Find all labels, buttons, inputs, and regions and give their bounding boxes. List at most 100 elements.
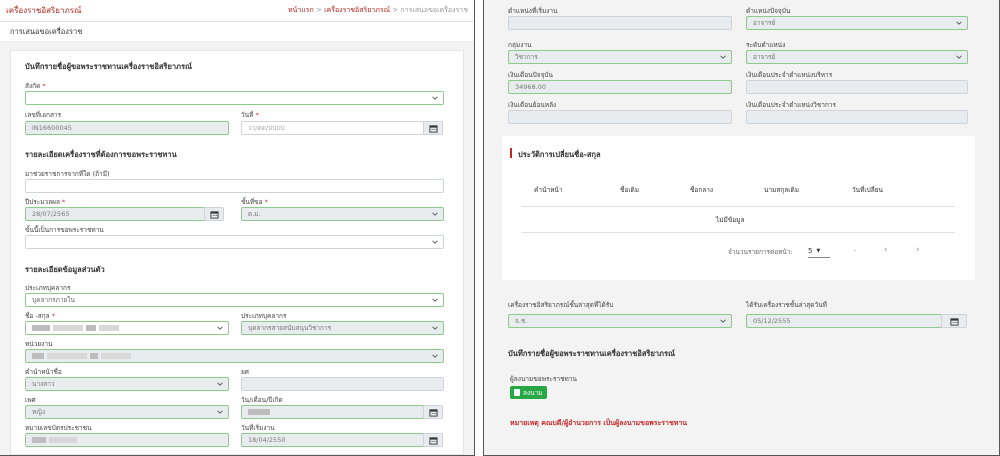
academic-salary-field: [746, 110, 968, 124]
name-select[interactable]: [25, 321, 229, 335]
chevron-down-icon: [432, 212, 438, 216]
budget-year-label: ปีประมวลผล *: [25, 198, 66, 206]
calendar-button[interactable]: [423, 433, 443, 447]
name-history-title: ประวัติการเปลี่ยนชื่อ-สกุล: [518, 150, 601, 159]
chevron-down-icon: [956, 55, 962, 59]
decoration-section-title: รายละเอียดเครื่องราชที่ต้องการขอพระราชทา…: [25, 150, 177, 159]
work-group-select: วิชาการ: [508, 50, 732, 64]
dob-field: [241, 405, 424, 419]
calendar-icon: [428, 408, 438, 417]
prefix-select: นางสาว: [25, 377, 229, 391]
admin-salary-field: [746, 80, 968, 94]
person-type-label: ประเภทบุคลากร: [25, 284, 71, 292]
brand-title[interactable]: เครื่องราชอิสริยาภรณ์: [6, 4, 81, 17]
table-divider: [522, 206, 955, 207]
left-screen: เครื่องราชอิสริยาภรณ์ หน้าแรก > เครื่องร…: [0, 0, 475, 456]
page-title: การเสนอขอเครื่องราช: [0, 22, 474, 42]
prefix-label: คำนำหน้าชื่อ: [25, 368, 62, 376]
chevron-down-icon: [432, 96, 438, 100]
breadcrumb-home[interactable]: หน้าแรก: [288, 6, 314, 14]
form-card: บันทึกรายชื่อผู้ขอพระราชทานเครื่องราชอิส…: [10, 50, 464, 455]
last-date-field: 05/12/2555: [746, 314, 942, 328]
column-header: ชื่อกลาง: [690, 186, 714, 194]
rank-label: ยศ: [241, 368, 249, 376]
prev-page-icon[interactable]: ‹: [884, 245, 888, 255]
start-date-label: วันที่เริ่มงาน: [241, 424, 275, 432]
date-input[interactable]: วว/ดด/ปปปป: [241, 121, 424, 135]
sign-button[interactable]: ลงนาม: [510, 386, 547, 399]
breadcrumb-section[interactable]: เครื่องราชอิสริยาภรณ์: [324, 6, 390, 14]
content-area: การเสนอขอเครื่องราช บันทึกรายชื่อผู้ขอพร…: [0, 22, 474, 455]
retro-salary-label: เงินเดือนย้อนหลัง: [508, 101, 557, 109]
id-card-label: หมายเลขบัตรประชาชน: [25, 424, 92, 432]
redacted-text: [248, 409, 270, 415]
class-label: ชั้นที่ขอ *: [241, 198, 268, 206]
work-group-label: กลุ่มงาน: [508, 41, 532, 49]
salary-field: 34968.00: [508, 80, 732, 94]
signer-note: หมายเหตุ คณบดี/ผู้อำนวยการ เป็นผู้ลงนามข…: [510, 419, 688, 427]
empty-message: ไม่มีข้อมูล: [716, 216, 745, 224]
personal-section-title: รายละเอียดข้อมูลส่วนตัว: [25, 265, 105, 274]
redacted-text: [32, 353, 44, 359]
breadcrumb: หน้าแรก > เครื่องราชอิสริยาภรณ์ > การเสน…: [287, 6, 468, 14]
start-position-label: ตำแหน่งที่เริ่มงาน: [508, 7, 558, 15]
form-title: บันทึกรายชื่อผู้ขอพระราชทานเครื่องราชอิส…: [25, 62, 192, 71]
start-position-field: [508, 16, 732, 30]
chevron-down-icon: [217, 410, 223, 414]
person-type-select[interactable]: บุคลากรภายใน: [25, 293, 444, 307]
top-bar: เครื่องราชอิสริยาภรณ์ หน้าแรก > เครื่องร…: [0, 0, 474, 22]
rank-field: [241, 377, 444, 391]
redacted-text: [32, 325, 50, 331]
chevron-down-icon: [720, 55, 726, 59]
employment-section: ตำแหน่งที่เริ่มงาน ตำแหน่งปัจจุบัน อาจาร…: [484, 0, 999, 132]
next-page-icon[interactable]: ›: [916, 245, 920, 255]
last-deco-select: จ.ช.: [508, 314, 732, 328]
rows-per-page-label: จำนวนรายการต่อหน้า:: [728, 248, 793, 256]
right-screen: ตำแหน่งที่เริ่มงาน ตำแหน่งปัจจุบัน อาจาร…: [483, 0, 1000, 456]
calendar-button[interactable]: [423, 405, 443, 419]
column-header: ชื่อเดิม: [620, 186, 640, 194]
caret-down-icon: ▼: [816, 247, 821, 254]
breadcrumb-current: การเสนอขอเครื่องราช: [400, 6, 468, 14]
last-decoration-section: เครื่องราชอิสริยาภรณ์ชั้นล่าสุดที่ได้รับ…: [484, 290, 999, 455]
save-section-title: บันทึกรายชื่อผู้ขอพระราชทานเครื่องราชอิส…: [508, 349, 675, 358]
transfer-input[interactable]: [25, 179, 444, 193]
signer-label: ผู้ลงนามขอพระราชทาน: [510, 375, 577, 383]
chevron-down-icon: [432, 326, 438, 330]
transfer-label: มาช่วยราชการจากที่ใด (ถ้ามี): [25, 170, 110, 178]
doc-no-field: IN16600045: [25, 121, 229, 135]
redacted-text: [32, 437, 46, 443]
date-label: วันที่ *: [241, 111, 259, 119]
last-deco-label: เครื่องราชอิสริยาภรณ์ชั้นล่าสุดที่ได้รับ: [508, 301, 614, 309]
affiliation-label: สังกัด *: [25, 82, 46, 90]
rows-per-page-select[interactable]: 5 ▼: [808, 244, 830, 258]
staff-type-select: บุคลากรสายสนับสนุนวิชาการ: [241, 321, 444, 335]
calendar-button[interactable]: [423, 121, 443, 135]
name-label: ชื่อ -สกุล *: [25, 312, 55, 320]
step-select[interactable]: [25, 235, 444, 249]
column-header: วันที่เปลี่ยน: [852, 186, 883, 194]
class-select: ต.ม.: [241, 207, 444, 221]
start-date-field: 18/04/2550: [241, 433, 424, 447]
doc-no-label: เลขที่เอกสาร: [25, 111, 62, 119]
calendar-icon: [428, 124, 438, 133]
admin-salary-label: เงินเดือนประจำตำแหน่งบริหาร: [746, 71, 833, 79]
calendar-button[interactable]: [204, 207, 224, 221]
gender-label: เพศ: [25, 396, 36, 404]
staff-type-label: ประเภทบุคลากร: [241, 312, 287, 320]
dob-label: วัน/เดือน/ปีเกิด: [241, 396, 283, 404]
current-position-label: ตำแหน่งปัจจุบัน: [746, 7, 791, 15]
section-accent: [510, 148, 512, 158]
calendar-button[interactable]: [941, 314, 967, 328]
affiliation-select[interactable]: [25, 91, 444, 105]
page-range: -: [854, 246, 857, 254]
chevron-down-icon: [217, 382, 223, 386]
name-history-card: ประวัติการเปลี่ยนชื่อ-สกุล คำนำหน้า ชื่อ…: [502, 136, 975, 280]
unit-select: [25, 349, 444, 363]
column-header: นามสกุลเดิม: [764, 186, 799, 194]
gender-select: หญิง: [25, 405, 229, 419]
unit-label: หน่วยงาน: [25, 340, 53, 348]
chevron-down-icon: [432, 354, 438, 358]
retro-salary-field: [508, 110, 732, 124]
last-date-label: ได้รับเครื่องราชชั้นล่าสุดวันที่: [746, 301, 827, 309]
